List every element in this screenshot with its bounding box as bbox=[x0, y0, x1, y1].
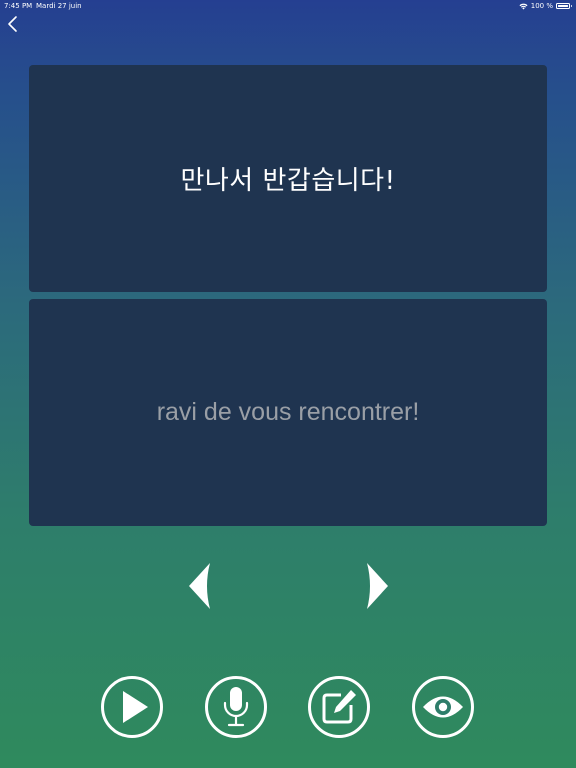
play-audio-button[interactable] bbox=[101, 676, 163, 738]
show-translation-button[interactable] bbox=[412, 676, 474, 738]
battery-percentage: 100 % bbox=[530, 2, 553, 10]
flashcard-front-text: 만나서 반갑습니다! bbox=[180, 166, 396, 196]
back-button[interactable] bbox=[5, 14, 21, 34]
eye-icon bbox=[423, 696, 463, 718]
arrow-right-icon bbox=[367, 563, 388, 609]
flashcard-back-text: ravi de vous rencontrer! bbox=[156, 398, 420, 426]
previous-card-button[interactable] bbox=[188, 562, 212, 610]
status-indicators: 100 % bbox=[519, 0, 572, 12]
status-bar: 7:45 PM Mardi 27 juin 100 % bbox=[0, 0, 576, 12]
flashcard-back[interactable]: ravi de vous rencontrer! bbox=[29, 299, 547, 526]
wifi-icon bbox=[519, 3, 528, 10]
microphone-icon bbox=[223, 687, 249, 727]
edit-card-button[interactable] bbox=[308, 676, 370, 738]
battery-fill bbox=[558, 5, 568, 7]
status-time: 7:45 PM bbox=[4, 2, 33, 10]
next-card-button[interactable] bbox=[365, 562, 389, 610]
chevron-left-icon bbox=[8, 16, 17, 32]
arrow-left-icon bbox=[189, 563, 210, 609]
status-date: Mardi 27 juin bbox=[36, 2, 82, 10]
record-button[interactable] bbox=[205, 676, 267, 738]
edit-icon bbox=[322, 690, 356, 724]
flashcard-front[interactable]: 만나서 반갑습니다! bbox=[29, 65, 547, 292]
play-icon bbox=[123, 691, 148, 723]
battery-icon bbox=[556, 3, 572, 9]
